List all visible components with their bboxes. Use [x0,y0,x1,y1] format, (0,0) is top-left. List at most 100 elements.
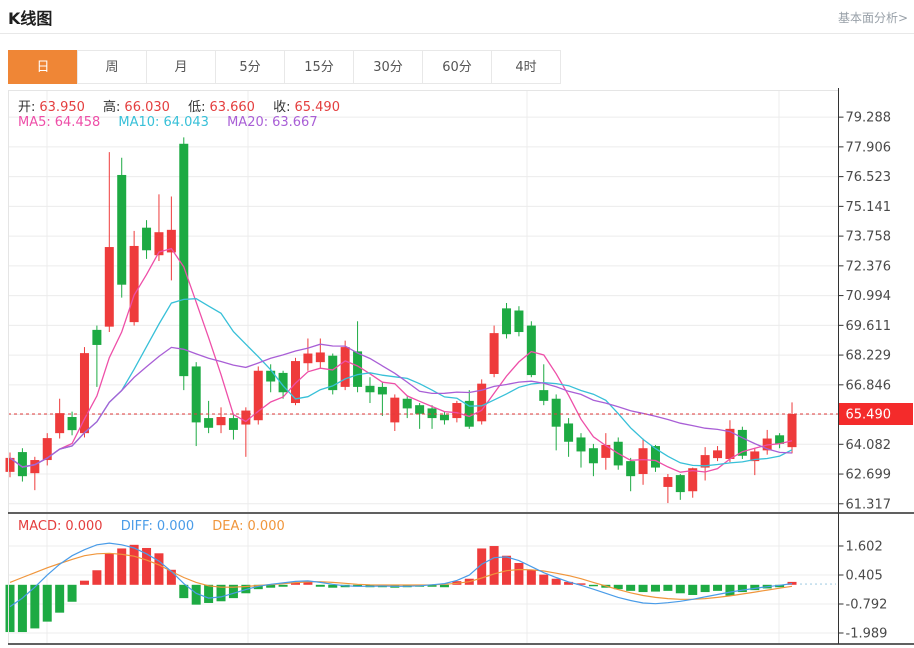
candle[interactable] [576,433,585,467]
page-title: K线图 [8,5,52,29]
fundamental-analysis-link[interactable]: 基本面分析> [838,9,908,26]
ma10-label: MA10: [118,115,159,130]
candle[interactable] [254,366,263,424]
macd-bar [130,545,139,585]
ma20-value: 63.667 [272,115,318,130]
candle[interactable] [415,403,424,429]
candle[interactable] [328,354,337,395]
y-axis-labels: 79.28877.90676.52375.14173.75872.37670.9… [839,111,892,642]
low-label: 低: [188,100,205,115]
macd-bar [204,585,213,603]
tab-15分[interactable]: 15分 [284,50,354,84]
candle[interactable] [92,326,101,387]
candle[interactable] [502,303,511,338]
candle[interactable] [142,220,151,259]
candle[interactable] [514,306,523,336]
ohlc-legend: 开:63.950 高:66.030 低:63.660 收:65.490 [18,96,344,115]
tab-4时[interactable]: 4时 [491,50,561,84]
candle[interactable] [204,401,213,433]
candle[interactable] [428,405,437,429]
candle[interactable] [775,433,784,448]
candle[interactable] [663,474,672,503]
tab-月[interactable]: 月 [146,50,216,84]
candle[interactable] [701,447,710,480]
macd-bar [539,575,548,585]
candle[interactable] [6,453,15,478]
candle[interactable] [626,458,635,491]
ma20-label: MA20: [227,115,268,130]
macd-bar [589,585,598,586]
tab-日[interactable]: 日 [8,50,78,84]
low-value: 63.660 [209,100,255,115]
y-axis-label: -0.792 [846,597,888,612]
candle[interactable] [130,231,139,326]
y-axis-label: 64.082 [846,438,892,453]
y-axis-label: 62.699 [846,468,892,483]
candle[interactable] [676,474,685,500]
candle[interactable] [452,401,461,423]
candle[interactable] [465,390,474,429]
candle[interactable] [725,420,734,462]
candle[interactable] [43,433,52,465]
candle[interactable] [192,362,201,446]
tab-60分[interactable]: 60分 [422,50,492,84]
macd-bar [55,585,64,613]
candle[interactable] [763,430,772,455]
y-axis-label: 75.141 [846,200,892,215]
candle[interactable] [477,379,486,424]
tab-5分[interactable]: 5分 [215,50,285,84]
macd-bar [30,585,39,629]
candle[interactable] [167,196,176,280]
candle[interactable] [353,321,362,392]
candle[interactable] [303,338,312,370]
candle[interactable] [365,377,374,403]
macd-bar [527,570,536,585]
macd-value: 0.000 [65,519,102,534]
macd-bars[interactable] [6,545,797,632]
y-axis-label: 68.229 [846,349,892,364]
candle[interactable] [390,394,399,431]
candle[interactable] [117,158,126,298]
dea-line [10,553,792,599]
candle[interactable] [55,399,64,439]
high-label: 高: [103,100,120,115]
candle[interactable] [788,402,797,453]
y-axis-label: 69.611 [846,319,892,334]
candle[interactable] [266,364,275,392]
candle[interactable] [30,457,39,490]
ma10-line [10,299,792,467]
y-axis-label: 70.994 [846,289,892,304]
candle[interactable] [601,433,610,470]
candle[interactable] [179,137,188,390]
candle[interactable] [589,444,598,476]
candle[interactable] [490,326,499,378]
y-axis-label: 61.317 [846,497,892,512]
candle[interactable] [713,446,722,461]
diff-value: 0.000 [157,519,194,534]
candle[interactable] [105,152,114,332]
candle[interactable] [750,448,759,475]
candle[interactable] [378,382,387,416]
ma5-value: 64.458 [55,115,101,130]
candle[interactable] [564,418,573,457]
candle[interactable] [639,439,648,485]
y-axis-label: 79.288 [846,111,892,126]
candle[interactable] [241,407,250,456]
candles-layer[interactable] [6,137,797,503]
macd-bar [279,585,288,587]
candle[interactable] [217,407,226,433]
macd-bar [713,585,722,591]
candle[interactable] [688,468,697,498]
tab-30分[interactable]: 30分 [353,50,423,84]
candle[interactable] [68,412,77,436]
candle[interactable] [229,414,238,440]
macd-bar [43,585,52,622]
y-axis-label: 77.906 [846,140,892,155]
candle[interactable] [552,394,561,450]
candle[interactable] [316,338,325,368]
macd-bar [68,585,77,602]
candle[interactable] [527,321,536,377]
macd-bar [688,585,697,595]
macd-bar [663,585,672,591]
tab-周[interactable]: 周 [77,50,147,84]
